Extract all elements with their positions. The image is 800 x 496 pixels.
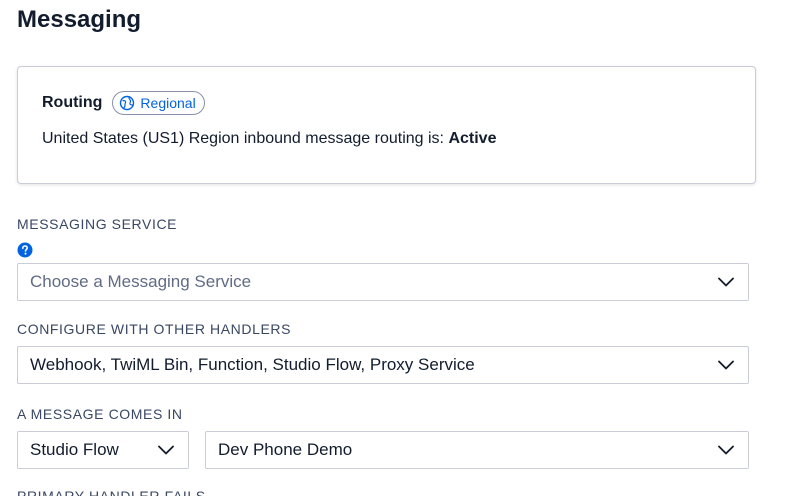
handler-type-select[interactable]: Studio Flow [17, 431, 189, 469]
primary-handler-fails-label: PRIMARY HANDLER FAILS [17, 488, 206, 496]
messaging-service-placeholder: Choose a Messaging Service [30, 272, 252, 291]
studio-flow-select[interactable]: Dev Phone Demo [205, 431, 749, 469]
regional-badge-label: Regional [140, 95, 196, 111]
routing-status: United States (US1) Region inbound messa… [42, 130, 496, 148]
chevron-down-icon [718, 360, 734, 370]
routing-status-text: United States (US1) Region inbound messa… [42, 130, 444, 147]
routing-title: Routing [42, 94, 103, 111]
message-comes-in-label: A MESSAGE COMES IN [17, 406, 183, 422]
studio-flow-value: Dev Phone Demo [218, 440, 353, 459]
help-icon[interactable] [17, 242, 33, 258]
other-handlers-value: Webhook, TwiML Bin, Function, Studio Flo… [30, 355, 475, 374]
handler-type-value: Studio Flow [30, 440, 119, 459]
chevron-down-icon [158, 445, 174, 455]
chevron-down-icon [718, 277, 734, 287]
other-handlers-select[interactable]: Webhook, TwiML Bin, Function, Studio Flo… [17, 346, 749, 384]
globe-icon [120, 95, 135, 111]
other-handlers-label: CONFIGURE WITH OTHER HANDLERS [17, 321, 292, 337]
page-title: Messaging [17, 6, 142, 33]
routing-card: Routing Regional United States (US1) Reg… [17, 66, 756, 184]
chevron-down-icon [718, 445, 734, 455]
routing-header: Routing Regional [42, 91, 205, 115]
messaging-service-select[interactable]: Choose a Messaging Service [17, 263, 749, 301]
routing-status-value: Active [448, 130, 497, 147]
messaging-config-page: Messaging Routing Regional United States… [0, 0, 800, 496]
messaging-service-label: MESSAGING SERVICE [17, 216, 178, 232]
regional-badge: Regional [112, 91, 205, 115]
